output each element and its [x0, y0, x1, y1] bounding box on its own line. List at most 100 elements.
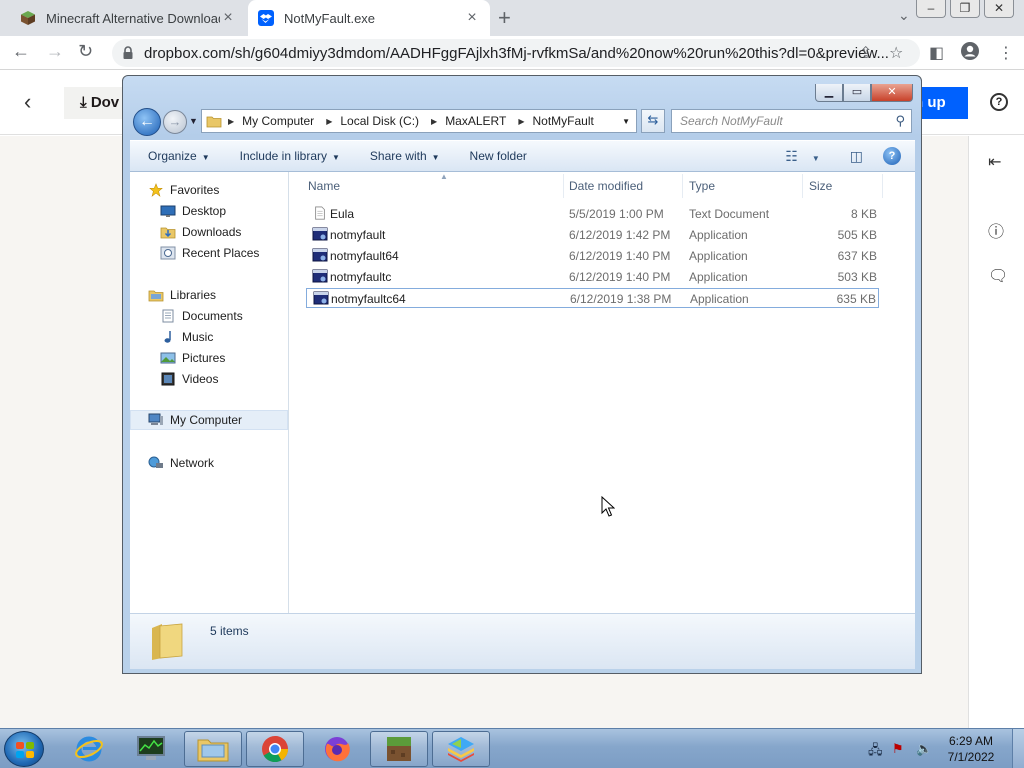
nav-network[interactable]: Network — [130, 453, 288, 473]
new-folder-button[interactable]: New folder — [470, 149, 527, 163]
address-dropdown-icon[interactable]: ▼ — [622, 117, 630, 126]
show-desktop-button[interactable] — [1012, 729, 1024, 768]
nav-documents[interactable]: Documents — [130, 306, 288, 326]
maximize-button[interactable]: ▭ — [843, 84, 871, 102]
reload-icon[interactable]: ↻ — [78, 41, 93, 62]
nav-my-computer[interactable]: My Computer — [130, 410, 288, 430]
explorer-window: ▁ ▭ ✕ ← → ▼ ▶ My Computer ▶ Local Disk (… — [122, 75, 922, 674]
system-clock[interactable]: 6:29 AM 7/1/2022 — [938, 733, 1004, 765]
minecraft-button[interactable] — [370, 731, 428, 767]
file-row-notmyfaultc64[interactable]: notmyfaultc64 6/12/2019 1:38 PM Applicat… — [306, 288, 879, 308]
file-type: Application — [689, 228, 748, 242]
bluestacks-button[interactable] — [432, 731, 490, 767]
recent-places-icon — [160, 246, 176, 260]
file-date: 6/12/2019 1:40 PM — [569, 270, 671, 284]
file-type: Application — [690, 292, 749, 306]
file-row-notmyfault64[interactable]: notmyfault64 6/12/2019 1:40 PM Applicati… — [306, 246, 879, 266]
breadcrumb-my-computer[interactable]: My Computer — [242, 114, 314, 128]
videos-icon — [161, 372, 175, 386]
file-date: 5/5/2019 1:00 PM — [569, 207, 664, 221]
computer-icon — [148, 413, 163, 425]
nav-videos[interactable]: Videos — [130, 369, 288, 389]
search-input[interactable]: Search NotMyFault ⚲ — [671, 109, 912, 133]
file-row-eula[interactable]: Eula 5/5/2019 1:00 PM Text Document 8 KB — [306, 204, 879, 224]
help-icon[interactable]: ? — [990, 93, 1008, 111]
action-center-warning-icon[interactable]: ⚑ — [892, 741, 904, 757]
back-arrow-icon[interactable]: ← — [12, 41, 30, 62]
tab-minecraft[interactable]: Minecraft Alternative Downloads × — [10, 0, 246, 36]
file-name: notmyfault64 — [330, 249, 399, 263]
breadcrumb-local-disk[interactable]: Local Disk (C:) — [340, 114, 419, 128]
file-row-notmyfaultc[interactable]: notmyfaultc 6/12/2019 1:40 PM Applicatio… — [306, 267, 879, 287]
share-with-button[interactable]: Share with ▼ — [370, 149, 440, 163]
internet-explorer-button[interactable] — [60, 731, 118, 767]
back-button[interactable]: ← — [133, 108, 161, 136]
network-tray-icon[interactable]: 🖧 — [868, 741, 883, 763]
help-icon[interactable]: ? — [883, 147, 901, 165]
recent-pages-dropdown-icon[interactable]: ▼ — [189, 116, 198, 126]
bookmark-star-icon[interactable]: ☆ — [889, 43, 903, 63]
include-in-library-button[interactable]: Include in library ▼ — [240, 149, 340, 163]
file-size: 505 KB — [837, 228, 877, 242]
address-bar[interactable]: dropbox.com/sh/g604dmiyy3dmdom/AADHFggFA… — [112, 39, 920, 67]
explorer-address-bar[interactable]: ▶ My Computer ▶ Local Disk (C:) ▶ MaxALE… — [201, 109, 637, 133]
restore-button[interactable]: ❐ — [950, 0, 980, 18]
comment-icon[interactable]: 🗨 — [988, 266, 1008, 286]
application-icon — [313, 291, 329, 305]
download-button[interactable]: ⤓ Dov — [64, 87, 128, 119]
info-icon[interactable]: ⓘ — [988, 218, 1004, 242]
refresh-button[interactable]: ⇆ — [641, 109, 665, 133]
nav-libraries[interactable]: Libraries — [130, 285, 288, 305]
close-tab-icon[interactable]: × — [220, 9, 236, 27]
close-window-button[interactable]: ✕ — [984, 0, 1014, 18]
profile-avatar-icon[interactable] — [960, 41, 980, 66]
application-icon — [312, 248, 328, 262]
nav-favorites[interactable]: Favorites — [130, 180, 288, 200]
folder-icon — [152, 623, 183, 660]
change-view-icon[interactable]: ☷ ▼ — [785, 148, 829, 165]
new-tab-button[interactable]: + — [498, 5, 511, 31]
task-manager-button[interactable] — [122, 731, 180, 767]
windows-explorer-button[interactable] — [184, 731, 242, 767]
nav-music[interactable]: Music — [130, 327, 288, 347]
breadcrumb-maxalert[interactable]: MaxALERT — [445, 114, 506, 128]
tab-search-chevron-icon[interactable]: ⌄ — [898, 7, 910, 24]
tab-notmyfault[interactable]: NotMyFault.exe × — [248, 0, 490, 36]
mouse-cursor-icon — [601, 496, 615, 517]
volume-icon[interactable]: 🔈 — [916, 741, 932, 757]
forward-arrow-icon[interactable]: → — [46, 41, 64, 62]
nav-downloads[interactable]: Downloads — [130, 222, 288, 242]
taskbar: 🖧 ⚑ 🔈 6:29 AM 7/1/2022 — [0, 728, 1024, 768]
minimize-button[interactable]: ▁ — [815, 84, 843, 102]
application-icon — [312, 227, 328, 241]
back-chevron-icon[interactable]: ‹ — [24, 89, 31, 115]
minimize-button[interactable]: – — [916, 0, 946, 18]
file-name: notmyfaultc64 — [331, 292, 406, 306]
close-button[interactable]: ✕ — [871, 84, 913, 102]
nav-desktop[interactable]: Desktop — [130, 201, 288, 221]
firefox-button[interactable] — [308, 731, 366, 767]
share-icon[interactable]: ⇪ — [859, 43, 872, 63]
column-header-type[interactable]: Type — [683, 174, 803, 198]
close-tab-icon[interactable]: × — [464, 9, 480, 27]
organize-button[interactable]: Organize ▼ — [148, 149, 210, 163]
column-header-size[interactable]: Size — [803, 174, 883, 198]
downloads-folder-icon — [160, 227, 176, 239]
file-row-notmyfault[interactable]: notmyfault 6/12/2019 1:42 PM Application… — [306, 225, 879, 245]
nav-recent-places[interactable]: Recent Places — [130, 243, 288, 263]
side-panel-icon[interactable]: ◧ — [929, 43, 944, 63]
nav-pictures[interactable]: Pictures — [130, 348, 288, 368]
tab-title: NotMyFault.exe — [284, 10, 376, 26]
collapse-panel-icon[interactable]: ⇤ — [988, 152, 1001, 172]
chrome-menu-icon[interactable]: ⋮ — [998, 43, 1014, 63]
forward-button[interactable]: → — [163, 110, 187, 134]
command-bar: Organize ▼ Include in library ▼ Share with… — [130, 140, 915, 172]
column-header-name[interactable]: Name ▲ — [302, 172, 564, 198]
download-label: Dov — [90, 94, 120, 111]
breadcrumb-notmyfault[interactable]: NotMyFault — [532, 114, 593, 128]
column-header-date[interactable]: Date modified — [563, 174, 683, 198]
start-button[interactable] — [4, 731, 44, 767]
preview-pane-icon[interactable]: ◫ — [850, 148, 863, 165]
search-placeholder: Search NotMyFault — [680, 114, 783, 128]
chrome-button[interactable] — [246, 731, 304, 767]
